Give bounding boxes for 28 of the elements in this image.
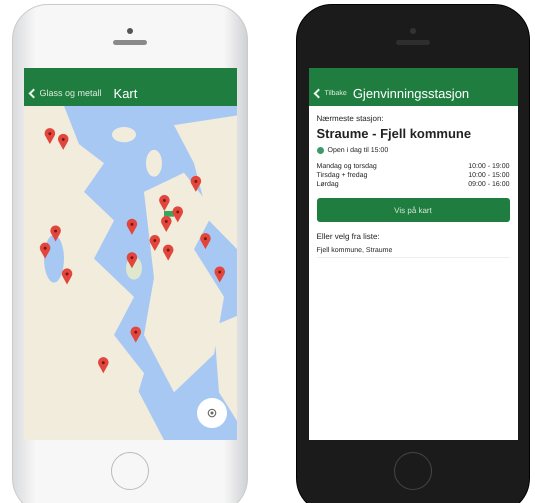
- map-pin-icon[interactable]: [126, 218, 137, 235]
- screen-title: Gjenvinningsstasjon: [352, 86, 470, 100]
- map-pin-icon[interactable]: [50, 226, 60, 242]
- back-button[interactable]: Glass og metall: [28, 88, 102, 98]
- section-label: Eller velg fra liste:: [316, 232, 381, 241]
- map-pin-icon[interactable]: [172, 206, 182, 222]
- camera-dot: [127, 28, 133, 34]
- map-pin-icon[interactable]: [158, 194, 170, 211]
- map-pin-icon[interactable]: [57, 134, 68, 150]
- map-pin-icon[interactable]: [190, 176, 201, 192]
- screen-title: Kart: [114, 86, 138, 100]
- map-pin-icon[interactable]: [130, 326, 140, 343]
- map-pin-icon[interactable]: [214, 266, 224, 283]
- section-label: Nærmeste stasjon:: [316, 114, 385, 123]
- speaker-slot: [113, 40, 147, 45]
- map-pin-icon[interactable]: [162, 244, 173, 261]
- camera-dot: [410, 28, 416, 34]
- map-pin-icon[interactable]: [149, 235, 160, 252]
- location-target-icon: [206, 407, 218, 419]
- station-name: Straume - Fjell kommune: [316, 126, 472, 141]
- map-pin-icon[interactable]: [98, 357, 108, 374]
- show-map-button[interactable]: Vis på kart: [316, 198, 510, 222]
- map-pin-icon[interactable]: [39, 242, 50, 259]
- map-pin-icon[interactable]: [160, 216, 172, 232]
- map-pin-icon[interactable]: [200, 233, 210, 250]
- map-pin-icon[interactable]: [126, 252, 137, 268]
- map-pin-icon[interactable]: [61, 268, 72, 284]
- map-pin-icon[interactable]: [44, 128, 55, 144]
